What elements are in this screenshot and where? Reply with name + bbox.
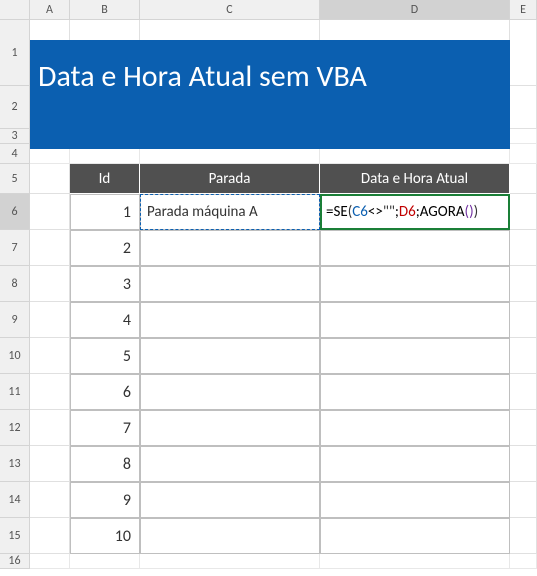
col-header-E[interactable]: E [510,0,537,19]
row-header-11[interactable]: 11 [0,374,30,410]
cell-C12[interactable] [140,410,320,446]
cell-C16[interactable] [140,554,320,569]
cell-A15[interactable] [30,518,70,554]
cell-A5[interactable] [30,164,70,194]
cell-E5[interactable] [510,164,537,194]
cell-D8[interactable] [320,266,510,302]
cell-E11[interactable] [510,374,537,410]
cell-B13[interactable]: 8 [70,446,140,482]
cell-C11[interactable] [140,374,320,410]
cell-A9[interactable] [30,302,70,338]
spreadsheet: A B C D E Data e Hora Atual sem VBA 1 2 [0,0,537,569]
cell-A11[interactable] [30,374,70,410]
cell-E16[interactable] [510,554,537,569]
cell-B15[interactable]: 10 [70,518,140,554]
row-header-15[interactable]: 15 [0,518,30,554]
cell-E9[interactable] [510,302,537,338]
cell-B8[interactable]: 3 [70,266,140,302]
col-header-D[interactable]: D [320,0,510,19]
cell-A10[interactable] [30,338,70,374]
row-header-4[interactable]: 4 [0,144,30,164]
select-all-corner[interactable] [0,0,30,19]
row-header-14[interactable]: 14 [0,482,30,518]
cell-D13[interactable] [320,446,510,482]
row-header-6[interactable]: 6 [0,194,30,230]
title-banner: Data e Hora Atual sem VBA [30,40,510,149]
cell-C9[interactable] [140,302,320,338]
row-header-7[interactable]: 7 [0,230,30,266]
title-text: Data e Hora Atual sem VBA [38,58,367,95]
cell-E12[interactable] [510,410,537,446]
cell-C8[interactable] [140,266,320,302]
col-header-B[interactable]: B [70,0,140,19]
row-header-3[interactable]: 3 [0,129,30,144]
cell-D11[interactable] [320,374,510,410]
cell-E2[interactable] [510,86,537,129]
col-header-C[interactable]: C [140,0,320,19]
col-header-A[interactable]: A [30,0,70,19]
cell-B9[interactable]: 4 [70,302,140,338]
cell-A6[interactable] [30,194,70,230]
cell-D16[interactable] [320,554,510,569]
cell-B6[interactable]: 1 [70,194,140,230]
cell-B16[interactable] [70,554,140,569]
row-header-10[interactable]: 10 [0,338,30,374]
cell-C14[interactable] [140,482,320,518]
row-header-9[interactable]: 9 [0,302,30,338]
cell-D10[interactable] [320,338,510,374]
cell-E10[interactable] [510,338,537,374]
cell-C13[interactable] [140,446,320,482]
row-header-1[interactable]: 1 [0,20,30,86]
cell-D7[interactable] [320,230,510,266]
cell-C6[interactable]: Parada máquina A [140,194,320,230]
table-header-id[interactable]: Id [70,164,140,194]
cell-E8[interactable] [510,266,537,302]
cell-B12[interactable]: 7 [70,410,140,446]
cell-E3[interactable] [510,129,537,144]
cell-D6-formula-edit[interactable]: =SE(C6<>"";D6;AGORA()) [320,194,510,230]
row-header-12[interactable]: 12 [0,410,30,446]
cell-A16[interactable] [30,554,70,569]
cell-D15[interactable] [320,518,510,554]
cell-A13[interactable] [30,446,70,482]
cell-D9[interactable] [320,302,510,338]
cell-C10[interactable] [140,338,320,374]
table-header-parada[interactable]: Parada [140,164,320,194]
row-header-13[interactable]: 13 [0,446,30,482]
formula-text: =SE(C6<>"";D6;AGORA()) [326,203,478,221]
cell-B11[interactable]: 6 [70,374,140,410]
cell-C7[interactable] [140,230,320,266]
cell-E1[interactable] [510,20,537,86]
cell-E6[interactable] [510,194,537,230]
cell-A8[interactable] [30,266,70,302]
column-headers: A B C D E [0,0,537,20]
cell-E15[interactable] [510,518,537,554]
cell-C15[interactable] [140,518,320,554]
cell-E14[interactable] [510,482,537,518]
cell-A7[interactable] [30,230,70,266]
cell-B7[interactable]: 2 [70,230,140,266]
cell-E13[interactable] [510,446,537,482]
row-header-2[interactable]: 2 [0,86,30,129]
cell-B14[interactable]: 9 [70,482,140,518]
row-header-16[interactable]: 16 [0,554,30,569]
cell-B10[interactable]: 5 [70,338,140,374]
cell-E4[interactable] [510,144,537,164]
table-header-dh[interactable]: Data e Hora Atual [320,164,510,194]
cell-E7[interactable] [510,230,537,266]
row-header-8[interactable]: 8 [0,266,30,302]
cell-A14[interactable] [30,482,70,518]
cell-D12[interactable] [320,410,510,446]
row-header-5[interactable]: 5 [0,164,30,194]
cell-A12[interactable] [30,410,70,446]
cell-D14[interactable] [320,482,510,518]
